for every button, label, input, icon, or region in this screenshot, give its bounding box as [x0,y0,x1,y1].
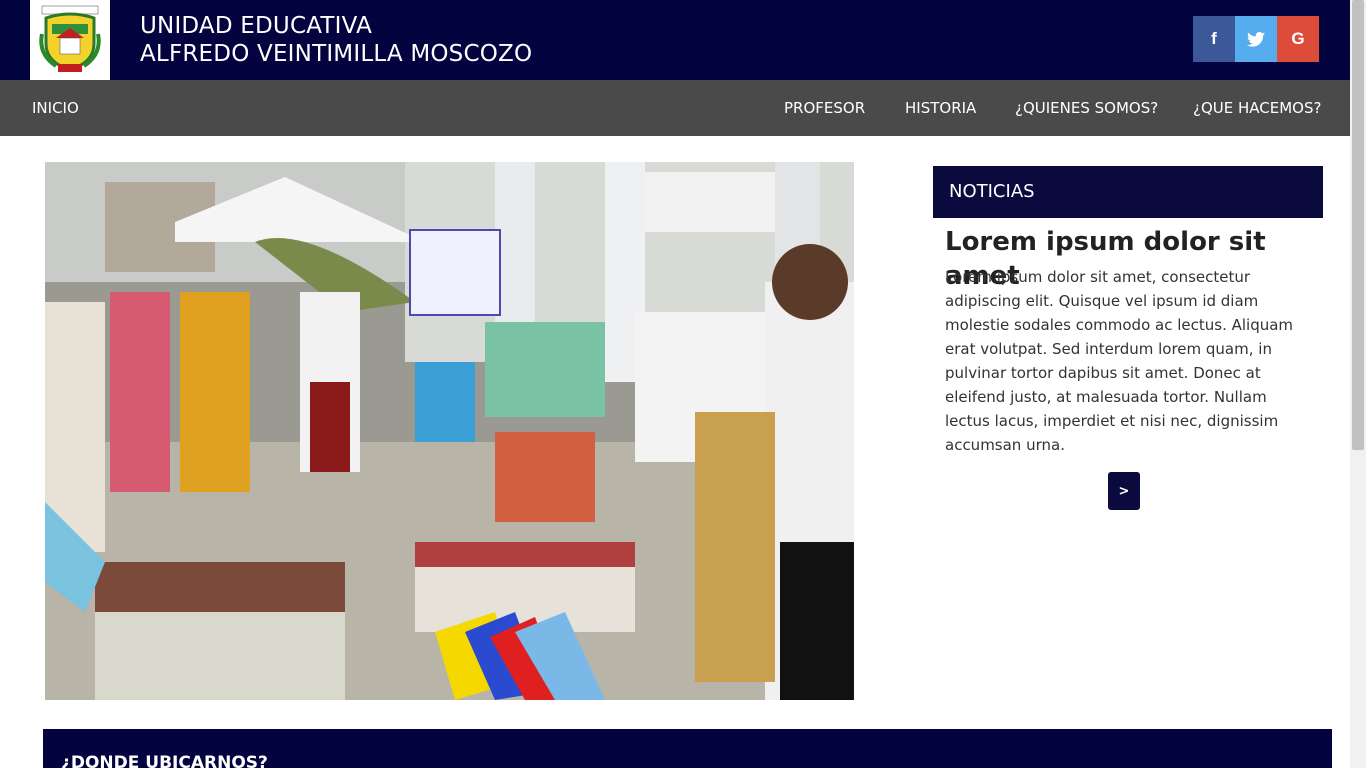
social-links: f G [1193,16,1319,62]
news-next-button[interactable]: > [1108,472,1140,510]
google-plus-icon: G [1291,29,1305,48]
nav-historia[interactable]: HISTORIA [905,80,976,136]
news-body: Lorem ipsum dolor sit amet, consectetur … [945,268,1294,454]
google-plus-button[interactable]: G [1277,16,1319,62]
twitter-button[interactable] [1235,16,1277,62]
scrollbar-thumb[interactable] [1352,0,1364,450]
facebook-button[interactable]: f [1193,16,1235,62]
site-title-line2: ALFREDO VEINTIMILLA MOSCOZO [140,41,533,67]
hero-photo [45,162,854,700]
site-title-line1: UNIDAD EDUCATIVA [140,13,372,39]
street-fair-photo [45,162,854,700]
twitter-icon [1247,31,1265,47]
main-navigation: INICIO PROFESOR HISTORIA ¿QUIENES SOMOS?… [0,80,1350,136]
nav-que-hacemos[interactable]: ¿QUE HACEMOS? [1193,80,1321,136]
location-section: ¿DONDE UBICARNOS? [43,729,1332,768]
site-header: UNIDAD EDUCATIVA ALFREDO VEINTIMILLA MOS… [0,0,1350,80]
nav-quienes-somos[interactable]: ¿QUIENES SOMOS? [1015,80,1158,136]
facebook-icon: f [1211,29,1217,48]
school-crest-icon [39,5,101,72]
news-heading: NOTICIAS [933,166,1323,218]
nav-inicio[interactable]: INICIO [32,80,79,136]
nav-profesor[interactable]: PROFESOR [784,80,865,136]
location-heading: ¿DONDE UBICARNOS? [61,753,268,768]
page-scrollbar[interactable] [1350,0,1366,768]
site-title: UNIDAD EDUCATIVA ALFREDO VEINTIMILLA MOS… [140,12,532,68]
school-logo[interactable] [30,0,110,80]
